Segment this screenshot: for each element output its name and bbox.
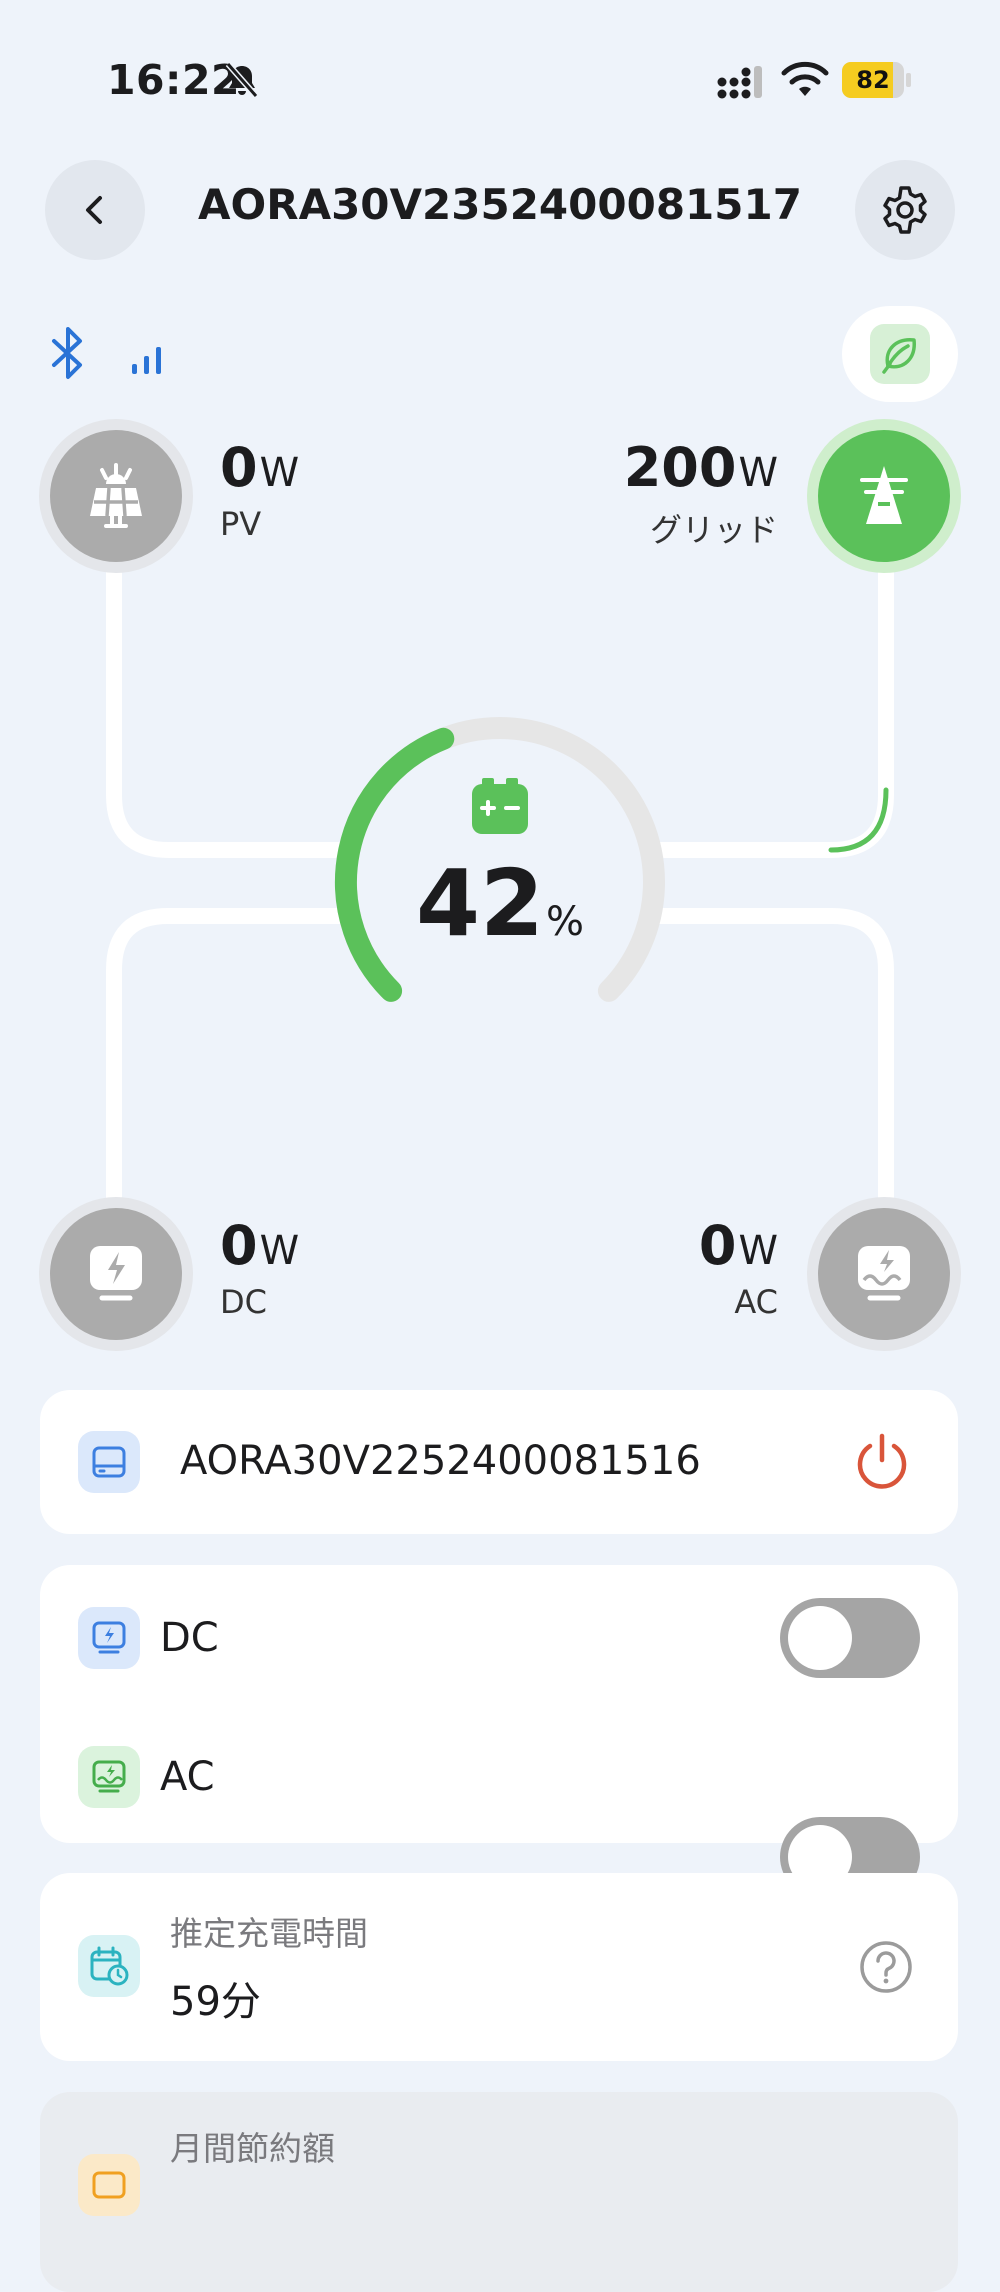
calendar-clock-icon (78, 1935, 140, 1997)
back-button[interactable] (45, 160, 145, 260)
monthly-savings-label: 月間節約額 (170, 2129, 335, 2168)
chevron-left-icon (86, 196, 102, 224)
battery-icon (472, 778, 528, 834)
pv-power: 0W PV (220, 436, 299, 543)
solar-panel-icon (90, 463, 142, 528)
battery-percentage-unit: % (546, 899, 585, 945)
savings-icon (78, 2154, 140, 2216)
dc-node[interactable] (50, 1208, 182, 1340)
grid-power-unit: W (738, 450, 778, 496)
grid-label: グリッド (649, 511, 778, 549)
dc-output-icon (90, 1246, 142, 1301)
pv-power-unit: W (259, 450, 300, 496)
battery-level: 82 (856, 66, 890, 94)
battery-percentage: 42% (380, 850, 620, 957)
eco-mode-button[interactable] (842, 306, 958, 402)
ac-node[interactable] (818, 1208, 950, 1340)
ac-label: AC (734, 1283, 778, 1321)
dc-label: DC (220, 1283, 267, 1321)
ac-output-small-icon (78, 1746, 140, 1808)
leaf-icon (882, 338, 916, 374)
dc-power-unit: W (259, 1228, 300, 1274)
ac-switch-label: AC (160, 1754, 215, 1800)
grid-power-value: 200 (623, 436, 737, 499)
output-switches-card: DC AC (40, 1565, 958, 1897)
grid-power: 200W グリッド (624, 436, 778, 551)
grid-node[interactable] (818, 430, 950, 562)
signal-bars-icon (132, 347, 161, 374)
power-tower-icon (860, 466, 908, 524)
device-card[interactable]: AORA30V2252400081516 (40, 1390, 958, 1534)
power-button[interactable] (850, 1430, 914, 1494)
help-button[interactable] (858, 1939, 914, 1995)
ac-power-unit: W (738, 1228, 778, 1274)
monthly-savings-card[interactable]: 月間節約額 (40, 2092, 958, 2292)
dc-power: 0W DC (220, 1214, 299, 1321)
cellular-signal-icon (717, 66, 762, 99)
ac-power: 0W AC (699, 1214, 778, 1321)
bluetooth-icon[interactable] (48, 325, 88, 381)
page-title: AORA30V2352400081517 (198, 180, 802, 229)
pv-power-value: 0 (220, 436, 258, 499)
status-time: 16:22 (107, 56, 241, 104)
dc-switch-label: DC (160, 1615, 219, 1661)
battery-indicator: 82 (842, 62, 912, 98)
device-icon (78, 1431, 140, 1493)
charge-estimate-label: 推定充電時間 (170, 1914, 368, 1953)
pv-node[interactable] (50, 430, 182, 562)
pv-flow-line (106, 557, 348, 858)
ac-power-value: 0 (698, 1214, 737, 1277)
dc-toggle[interactable] (780, 1598, 920, 1678)
wifi-icon (781, 61, 829, 96)
battery-percentage-value: 42 (415, 850, 544, 957)
dc-output-small-icon (78, 1607, 140, 1669)
power-icon (857, 1433, 907, 1489)
gear-icon (883, 186, 927, 234)
charge-estimate-card: 推定充電時間 59分 (40, 1873, 958, 2061)
ac-flow-line (652, 908, 894, 1208)
grid-flow-line (652, 557, 894, 858)
bell-slash-icon (225, 62, 259, 98)
charge-estimate-value: 59分 (170, 1979, 261, 2025)
pv-label: PV (220, 505, 262, 543)
question-icon (860, 1941, 912, 1993)
dc-flow-line (106, 908, 348, 1208)
device-name: AORA30V2252400081516 (180, 1438, 701, 1484)
ac-output-icon (858, 1246, 910, 1301)
dc-power-value: 0 (220, 1214, 258, 1277)
settings-button[interactable] (855, 160, 955, 260)
